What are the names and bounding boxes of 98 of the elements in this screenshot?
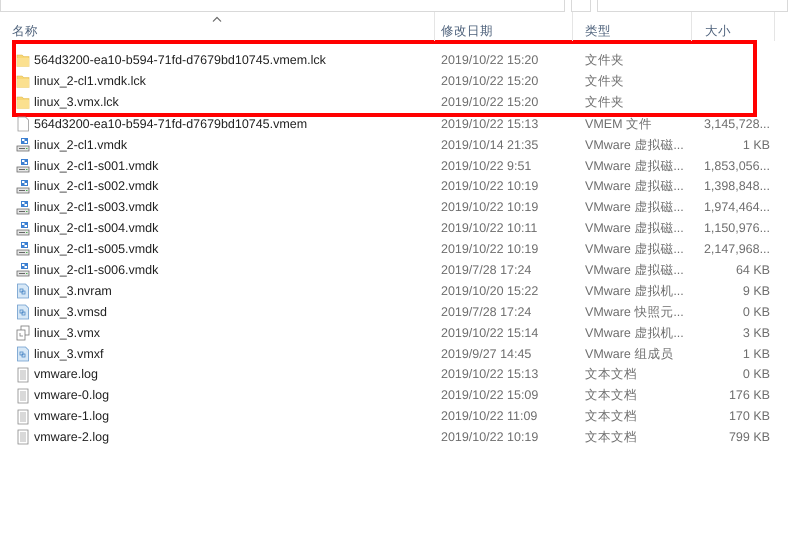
folder-icon bbox=[16, 52, 30, 68]
file-size: 3 KB bbox=[742, 324, 770, 342]
file-type: 文件夹 bbox=[584, 72, 625, 90]
file-name[interactable]: vmware.log bbox=[34, 365, 98, 384]
modified-date: 2019/10/22 11:09 bbox=[440, 408, 538, 426]
column-header[interactable]: 大小 bbox=[692, 12, 775, 41]
modified-date: 2019/10/20 15:22 bbox=[440, 282, 540, 300]
file-type: VMware 虚拟磁... bbox=[584, 199, 685, 216]
file-name[interactable]: linux_2-cl1.vmdk bbox=[34, 136, 128, 154]
file-name[interactable]: linux_2-cl1-s005.vmdk bbox=[34, 240, 158, 259]
file-name[interactable]: linux_2-cl1-s004.vmdk bbox=[34, 219, 158, 238]
file-name[interactable]: linux_3.vmxf bbox=[34, 344, 104, 364]
file-type: 文件夹 bbox=[584, 52, 625, 70]
file-size: 0 KB bbox=[742, 304, 770, 321]
modified-date: 2019/10/22 10:19 bbox=[440, 178, 540, 196]
disk-icon bbox=[16, 220, 30, 237]
file-size: 1,974,464... bbox=[702, 199, 770, 216]
document-icon bbox=[16, 346, 30, 362]
file-name[interactable]: linux_2-cl1.vmdk.lck bbox=[34, 72, 146, 91]
file-type: VMware 组成员 bbox=[584, 346, 674, 363]
text-file-icon bbox=[16, 366, 30, 383]
file-type: VMware 虚拟磁... bbox=[584, 262, 685, 279]
file-type: 文本文档 bbox=[584, 366, 638, 384]
file-type: VMEM 文件 bbox=[584, 116, 653, 133]
file-type: 文本文档 bbox=[584, 408, 638, 426]
folder-icon bbox=[16, 73, 30, 90]
text-file-icon bbox=[16, 408, 30, 425]
file-name[interactable]: linux_3.vmx bbox=[34, 324, 100, 342]
refresh-button[interactable] bbox=[571, 0, 591, 12]
file-name[interactable]: 564d3200-ea10-b594-71fd-d7679bd10745.vmem bbox=[34, 114, 308, 134]
modified-date: 2019/10/22 15:20 bbox=[440, 52, 540, 70]
file-size: 1,853,056... bbox=[702, 158, 770, 175]
disk-icon bbox=[16, 137, 30, 153]
modified-date: 2019/9/27 14:45 bbox=[440, 346, 532, 363]
text-file-icon bbox=[16, 388, 30, 404]
modified-date: 2019/10/22 15:13 bbox=[440, 366, 540, 384]
disk-icon bbox=[16, 158, 30, 174]
modified-date: 2019/7/28 17:24 bbox=[440, 304, 532, 321]
file-name[interactable]: vmware-0.log bbox=[34, 386, 110, 406]
file-type: VMware 虚拟机... bbox=[584, 324, 685, 342]
file-type: VMware 虚拟磁... bbox=[584, 241, 685, 258]
file-type: 文本文档 bbox=[584, 429, 638, 446]
file-type: VMware 虚拟磁... bbox=[584, 220, 685, 238]
file-size: 1 KB bbox=[742, 136, 770, 154]
disk-icon bbox=[16, 241, 30, 258]
file-type: VMware 虚拟磁... bbox=[584, 158, 685, 175]
folder-icon bbox=[16, 94, 30, 110]
modified-date: 2019/7/28 17:24 bbox=[440, 262, 532, 279]
file-name[interactable]: linux_3.vmx.lck bbox=[34, 92, 119, 112]
file-name[interactable]: vmware-2.log bbox=[34, 428, 110, 447]
modified-date: 2019/10/22 9:51 bbox=[440, 158, 532, 175]
document-icon bbox=[16, 304, 30, 320]
file-type: VMware 虚拟磁... bbox=[584, 178, 685, 196]
file-size: 170 KB bbox=[728, 408, 770, 426]
modified-date: 2019/10/22 10:19 bbox=[440, 241, 540, 258]
modified-date: 2019/10/22 15:13 bbox=[440, 116, 540, 133]
disk-icon bbox=[16, 200, 30, 216]
file-type: 文本文档 bbox=[584, 387, 638, 404]
file-size: 1 KB bbox=[742, 346, 770, 363]
modified-date: 2019/10/22 15:09 bbox=[440, 387, 540, 404]
document-icon bbox=[16, 116, 30, 132]
column-header[interactable]: 类型 bbox=[573, 12, 692, 41]
file-name[interactable]: 564d3200-ea10-b594-71fd-d7679bd10745.vmem.lck bbox=[34, 51, 326, 70]
file-size: 64 KB bbox=[734, 262, 770, 279]
file-size: 1,150,976... bbox=[702, 220, 770, 238]
modified-date: 2019/10/22 15:14 bbox=[440, 324, 540, 342]
file-size: 799 KB bbox=[728, 429, 770, 446]
file-type: VMware 虚拟磁... bbox=[584, 136, 685, 154]
file-type: VMware 快照元... bbox=[584, 304, 685, 321]
file-size: 9 KB bbox=[742, 282, 770, 300]
file-size: 1,398,848... bbox=[702, 178, 770, 196]
file-size: 176 KB bbox=[728, 387, 770, 404]
file-name[interactable]: linux_2-cl1-s006.vmdk bbox=[34, 260, 158, 280]
modified-date: 2019/10/22 15:20 bbox=[440, 94, 540, 111]
file-name[interactable]: linux_3.nvram bbox=[34, 282, 112, 301]
document-icon bbox=[16, 283, 30, 300]
file-size: 0 KB bbox=[742, 366, 770, 384]
file-size: 3,145,728... bbox=[702, 116, 770, 133]
modified-date: 2019/10/22 10:19 bbox=[440, 429, 540, 446]
disk-icon bbox=[16, 178, 30, 195]
modified-date: 2019/10/22 10:19 bbox=[440, 199, 540, 216]
file-type: 文件夹 bbox=[584, 94, 625, 111]
modified-date: 2019/10/22 15:20 bbox=[440, 72, 540, 90]
disk-icon bbox=[16, 262, 30, 278]
file-name[interactable]: vmware-1.log bbox=[34, 407, 110, 426]
address-bar[interactable] bbox=[0, 0, 565, 12]
file-size: 2,147,968... bbox=[702, 241, 770, 258]
modified-date: 2019/10/14 21:35 bbox=[440, 136, 540, 154]
file-name[interactable]: linux_2-cl1-s001.vmdk bbox=[34, 156, 158, 176]
file-type: VMware 虚拟机... bbox=[584, 282, 685, 300]
file-name[interactable]: linux_2-cl1-s003.vmdk bbox=[34, 198, 158, 218]
file-name[interactable]: linux_3.vmsd bbox=[34, 302, 107, 322]
search-field[interactable] bbox=[597, 0, 788, 12]
column-header[interactable]: 名称 bbox=[0, 12, 435, 41]
column-header[interactable]: 修改日期 bbox=[435, 12, 573, 41]
file-name[interactable]: linux_2-cl1-s002.vmdk bbox=[34, 177, 158, 196]
modified-date: 2019/10/22 10:11 bbox=[440, 220, 538, 238]
text-file-icon bbox=[16, 429, 30, 446]
